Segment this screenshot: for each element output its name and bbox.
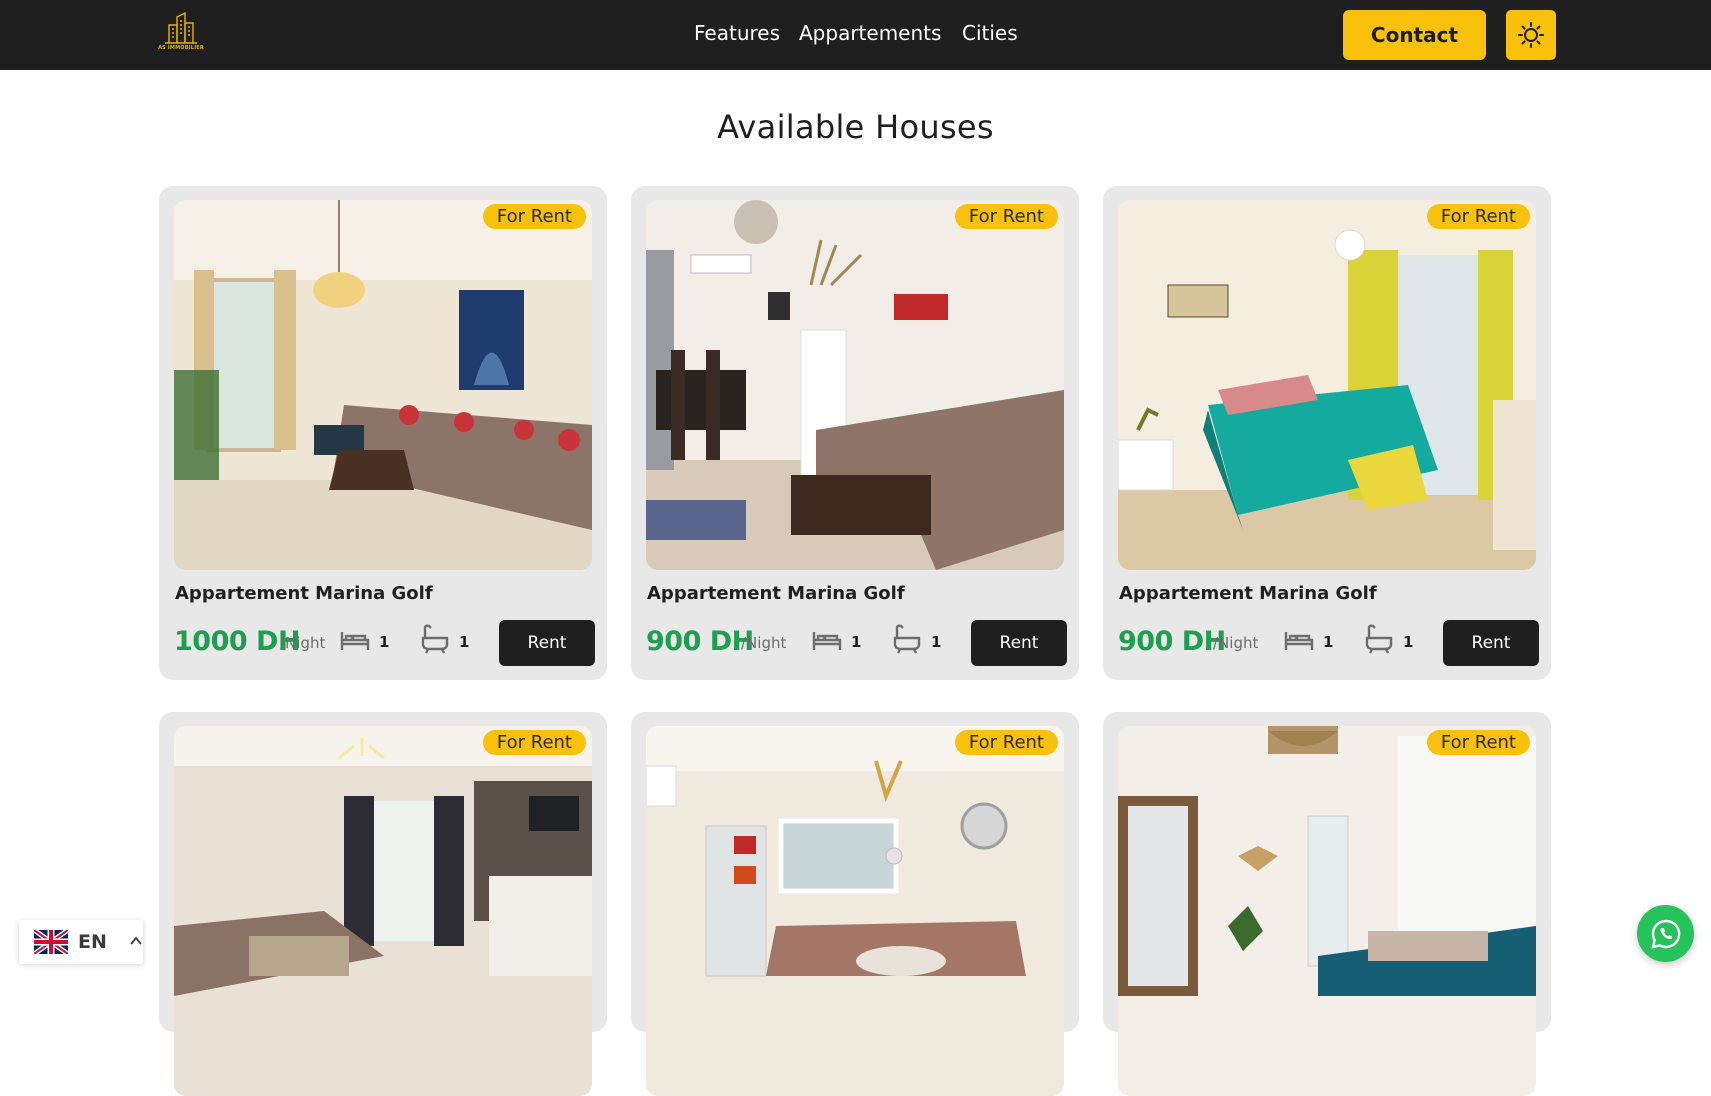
property-card: For Rent Appartement Marina Golf 900 DH … [631, 186, 1079, 680]
price-unit: /Night [280, 634, 326, 652]
property-card: For Rent Appartement Marina Golf 900 DH … [1103, 186, 1551, 680]
property-photo[interactable]: For Rent [646, 726, 1064, 1096]
status-badge: For Rent [482, 204, 586, 229]
property-photo[interactable]: For Rent [1118, 200, 1536, 570]
property-card: For Rent [1103, 712, 1551, 1096]
contact-button[interactable]: Contact [1343, 10, 1486, 60]
language-selector[interactable]: EN [19, 920, 143, 964]
bed-count: 1 [379, 633, 390, 651]
property-price: 900 DH [1118, 626, 1226, 657]
status-badge: For Rent [1426, 730, 1530, 755]
page-title: Available Houses [717, 108, 994, 146]
price-unit: /Night [741, 634, 787, 652]
bathtub-icon [421, 624, 449, 654]
bed-icon [340, 632, 370, 650]
nav-cities[interactable]: Cities [962, 21, 1018, 45]
whatsapp-icon [1650, 919, 1680, 949]
bathtub-icon [893, 624, 921, 654]
living-room-image [174, 200, 592, 570]
rent-button[interactable]: Rent [971, 620, 1067, 666]
language-label: EN [78, 931, 107, 953]
bath-count: 1 [459, 633, 470, 651]
property-title: Appartement Marina Golf [1119, 583, 1377, 604]
top-navbar: AS IMMOBILIER Features Appartements Citi… [0, 0, 1711, 70]
status-badge: For Rent [954, 730, 1058, 755]
bath-count: 1 [931, 633, 942, 651]
sun-icon [1518, 22, 1544, 48]
property-card: For Rent [159, 712, 607, 1096]
bed-icon [1284, 632, 1314, 650]
property-title: Appartement Marina Golf [175, 583, 433, 604]
bed-icon [812, 632, 842, 650]
living-room-image [646, 200, 1064, 570]
bedroom-image [1118, 200, 1536, 570]
property-price: 900 DH [646, 626, 754, 657]
theme-toggle-button[interactable] [1506, 10, 1556, 60]
property-card: For Rent [631, 712, 1079, 1096]
property-photo[interactable]: For Rent [1118, 726, 1536, 1096]
property-card: For Rent Appartement Marina Golf 1000 DH… [159, 186, 607, 680]
status-badge: For Rent [954, 204, 1058, 229]
living-room-image [646, 726, 1064, 1096]
bath-count: 1 [1403, 633, 1414, 651]
rent-button[interactable]: Rent [499, 620, 595, 666]
rent-button[interactable]: Rent [1443, 620, 1539, 666]
living-room-image [1118, 726, 1536, 1096]
living-room-image [174, 726, 592, 1096]
bed-count: 1 [1323, 633, 1334, 651]
property-photo[interactable]: For Rent [174, 726, 592, 1096]
property-title: Appartement Marina Golf [647, 583, 905, 604]
bathtub-icon [1365, 624, 1393, 654]
price-unit: /Night [1213, 634, 1259, 652]
property-photo[interactable]: For Rent [646, 200, 1064, 570]
chevron-up-icon [130, 936, 142, 945]
property-photo[interactable]: For Rent [174, 200, 592, 570]
status-badge: For Rent [482, 730, 586, 755]
whatsapp-button[interactable] [1637, 905, 1694, 962]
bed-count: 1 [851, 633, 862, 651]
uk-flag-icon [34, 930, 68, 954]
status-badge: For Rent [1426, 204, 1530, 229]
nav-features[interactable]: Features [694, 21, 780, 45]
nav-appartements[interactable]: Appartements [799, 21, 941, 45]
